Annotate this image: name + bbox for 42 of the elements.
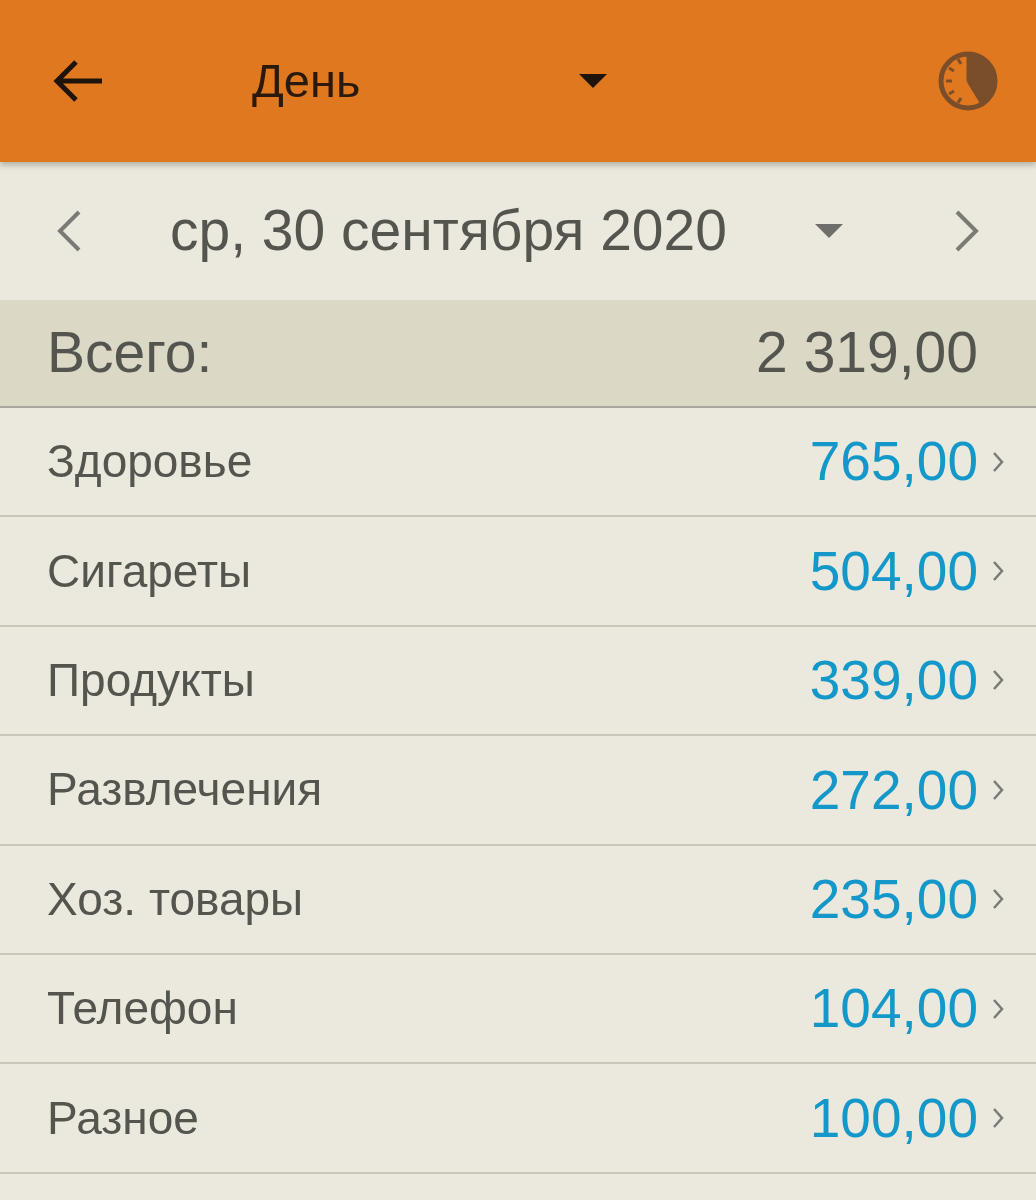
category-amount: 504,00 xyxy=(809,538,978,604)
category-row[interactable]: Разное 100,00 xyxy=(0,1064,1036,1174)
clock-icon xyxy=(938,51,998,111)
category-row[interactable]: Здоровье 765,00 xyxy=(0,408,1036,518)
category-amount: 272,00 xyxy=(809,757,978,823)
category-amount: 100,00 xyxy=(809,1085,978,1151)
category-row[interactable]: Сигареты 504,00 xyxy=(0,517,1036,627)
chevron-right-icon xyxy=(992,888,1004,911)
category-name: Развлечения xyxy=(47,762,323,818)
chevron-right-icon xyxy=(992,778,1004,801)
category-name: Сигареты xyxy=(47,543,252,599)
category-row[interactable]: Развлечения 272,00 xyxy=(0,736,1036,846)
caret-icon xyxy=(579,74,607,88)
period-dropdown[interactable]: День xyxy=(252,45,482,117)
total-amount: 2 319,00 xyxy=(756,319,978,387)
chevron-right-icon xyxy=(954,210,980,252)
category-name: Продукты xyxy=(47,652,255,708)
date-dropdown[interactable]: ср, 30 сентября 2020 xyxy=(170,188,815,274)
category-name: Разное xyxy=(47,1090,199,1146)
caret-icon xyxy=(815,224,843,238)
chevron-right-icon xyxy=(992,669,1004,692)
chevron-right-icon xyxy=(992,997,1004,1020)
clock-button[interactable] xyxy=(938,51,998,111)
back-arrow-icon xyxy=(52,59,104,103)
chevron-right-icon xyxy=(992,1107,1004,1130)
chevron-left-icon xyxy=(56,210,82,252)
category-row[interactable]: Хоз. товары 235,00 xyxy=(0,845,1036,955)
category-name: Хоз. товары xyxy=(47,871,304,927)
category-row[interactable]: Телефон 104,00 xyxy=(0,954,1036,1065)
category-amount: 765,00 xyxy=(809,429,978,495)
category-amount: 235,00 xyxy=(809,867,978,932)
category-name: Телефон xyxy=(47,981,238,1037)
next-day-button[interactable] xyxy=(954,210,980,252)
previous-day-button[interactable] xyxy=(56,210,82,252)
chevron-right-icon xyxy=(992,560,1004,583)
category-amount: 339,00 xyxy=(809,648,978,714)
category-row[interactable]: Продукты 339,00 xyxy=(0,626,1036,737)
back-button[interactable] xyxy=(52,59,104,103)
total-label: Всего: xyxy=(47,319,213,387)
category-name: Здоровье xyxy=(47,434,253,490)
chevron-right-icon xyxy=(992,450,1004,473)
category-amount: 104,00 xyxy=(809,976,978,1042)
